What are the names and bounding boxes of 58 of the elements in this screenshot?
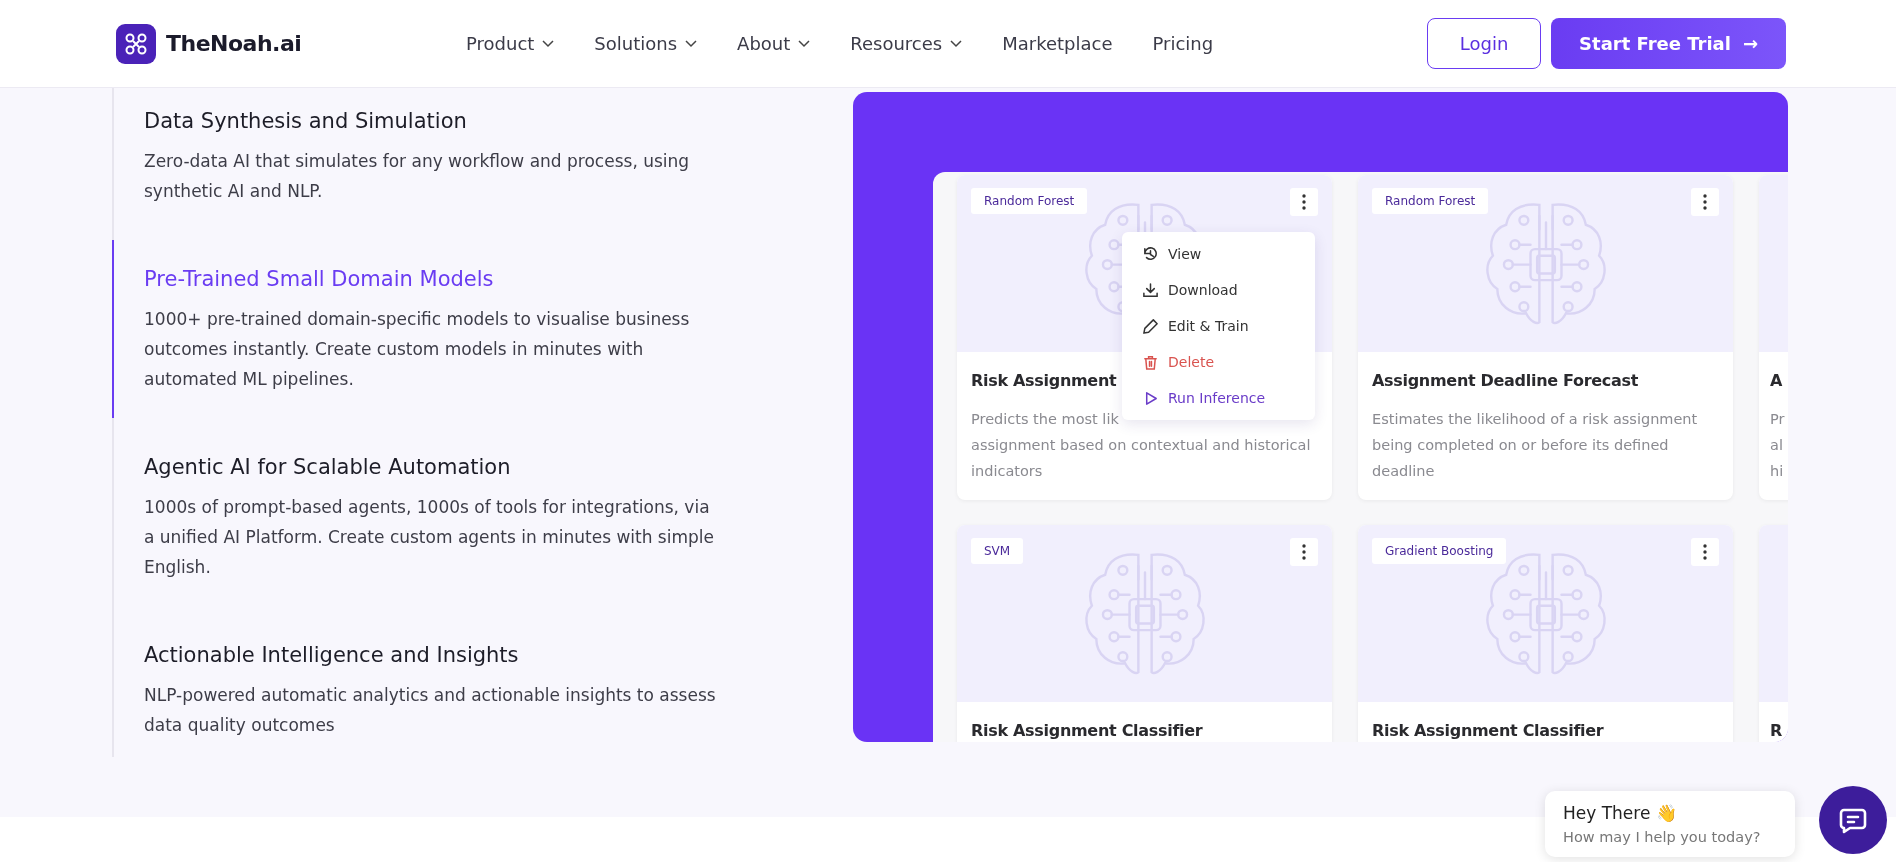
nav-link[interactable]: Marketplace	[1002, 33, 1113, 54]
model-title: Risk Assignment Classifier	[1372, 720, 1604, 742]
feature-title: Data Synthesis and Simulation	[144, 108, 468, 135]
menu-item[interactable]: View	[1122, 236, 1315, 272]
feature-title: Actionable Intelligence and Insights	[144, 642, 520, 669]
feature-title: Agentic AI for Scalable Automation	[144, 454, 512, 481]
model-card[interactable]: R	[1759, 525, 1788, 742]
nav-link[interactable]: Pricing	[1152, 33, 1214, 54]
feature-description: 1000+ pre-trained domain-specific models to visualise business outcomes instantly. Create custom models in minutes with automated ML pipelines.	[144, 308, 691, 391]
brand-name: TheNoah.ai	[166, 31, 302, 56]
model-tag: SVM	[971, 538, 1024, 564]
chevron-icon	[542, 39, 555, 48]
logo-icon[interactable]	[116, 23, 156, 64]
model-card[interactable]: A Pr al hi	[1759, 175, 1788, 500]
chevron-icon	[950, 39, 963, 48]
feature-description: Zero-data AI that simulates for any workflow and process, using synthetic AI and NLP.	[144, 150, 691, 203]
model-title: A	[1770, 370, 1783, 392]
menu-item[interactable]: Download	[1122, 272, 1315, 308]
model-title: Risk Assignment Classifier	[971, 720, 1203, 742]
model-card[interactable]: Random Forest Risk Assignment Predicts the most lik assignment based on contextual and historical indicators View Download Edit & Train Delete Run Inference	[957, 175, 1332, 500]
feature-item[interactable]: Pre-Trained Small Domain Models 1000+ pre-trained domain-specific models to visualise business outcomes instantly. Create custom models in minutes with automated ML pipelines.	[112, 240, 752, 418]
chat-prompt: How may I help you today?	[1563, 829, 1762, 845]
more-icon[interactable]	[1691, 538, 1719, 566]
history-icon	[1142, 245, 1159, 263]
trash-icon	[1142, 353, 1159, 371]
feature-item[interactable]: Data Synthesis and Simulation Zero-data AI that simulates for any workflow and process, using synthetic AI and NLP.	[112, 88, 752, 230]
model-title: Assignment Deadline Forecast	[1372, 370, 1639, 392]
nav-link[interactable]: Resources	[850, 33, 963, 54]
more-icon[interactable]	[1691, 188, 1719, 216]
login-button[interactable]: Login	[1427, 18, 1542, 69]
feature-item[interactable]: Actionable Intelligence and Insights NLP-powered automatic analytics and actionable insights to assess data quality outcomes	[112, 616, 752, 764]
model-tag: Gradient Boosting	[1372, 538, 1507, 564]
start-trial-button[interactable]: Start Free Trial →	[1551, 18, 1786, 69]
chevron-icon	[685, 39, 698, 48]
download-icon	[1142, 281, 1159, 299]
feature-description: 1000s of prompt-based agents, 1000s of tools for integrations, via a unified AI Platform. Create custom agents in minutes with simple English.	[144, 496, 715, 579]
feature-title: Pre-Trained Small Domain Models	[144, 266, 495, 293]
nav-link[interactable]: About	[737, 33, 811, 54]
feature-description: NLP-powered automatic analytics and actionable insights to assess data quality outcomes	[144, 684, 717, 737]
model-tag: Random Forest	[1372, 188, 1489, 214]
model-description: Estimates the likelihood of a risk assignment being completed on or before its defined deadline	[1372, 410, 1699, 481]
model-card[interactable]: Gradient Boosting Risk Assignment Classifier	[1358, 525, 1733, 742]
menu-item[interactable]: Delete	[1122, 344, 1315, 380]
model-description: Pr al hi	[1770, 410, 1786, 481]
model-card[interactable]: Random Forest Assignment Deadline Forecast Estimates the likelihood of a risk assignment being completed on or before its defined deadline	[1358, 175, 1733, 500]
nav-link[interactable]: Product	[466, 33, 555, 54]
model-card[interactable]: SVM Risk Assignment Classifier	[957, 525, 1332, 742]
more-icon[interactable]	[1290, 188, 1318, 216]
chevron-icon	[798, 39, 811, 48]
chat-greeting: Hey There 👋	[1563, 803, 1678, 823]
model-title: Risk Assignment	[971, 370, 1117, 392]
model-title: R	[1770, 720, 1783, 742]
nav-link[interactable]: Solutions	[594, 33, 698, 54]
pencil-icon	[1142, 317, 1159, 335]
feature-item[interactable]: Agentic AI for Scalable Automation 1000s of prompt-based agents, 1000s of tools for integrations, via a unified AI Platform. Create custom agents in minutes with simple English.	[112, 428, 752, 606]
more-icon[interactable]	[1290, 538, 1318, 566]
menu-item[interactable]: Edit & Train	[1122, 308, 1315, 344]
model-tag: Random Forest	[971, 188, 1088, 214]
